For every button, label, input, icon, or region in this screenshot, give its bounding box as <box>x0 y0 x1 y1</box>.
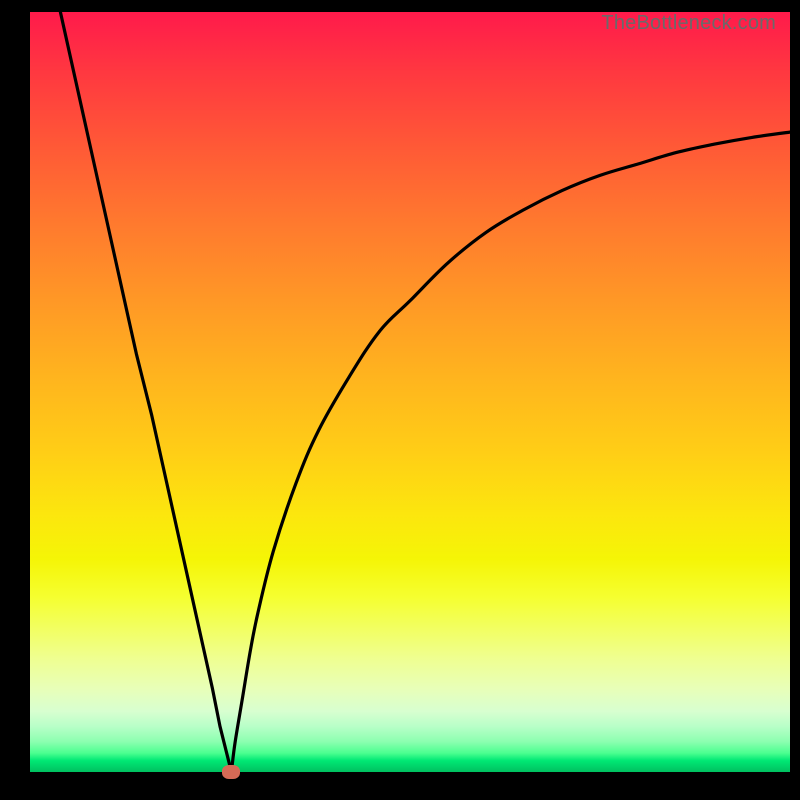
chart-frame: TheBottleneck.com <box>0 0 800 800</box>
plot-area: TheBottleneck.com <box>30 12 790 772</box>
bottleneck-curve <box>30 12 790 772</box>
optimum-marker <box>222 765 240 779</box>
curve-path <box>60 12 790 772</box>
